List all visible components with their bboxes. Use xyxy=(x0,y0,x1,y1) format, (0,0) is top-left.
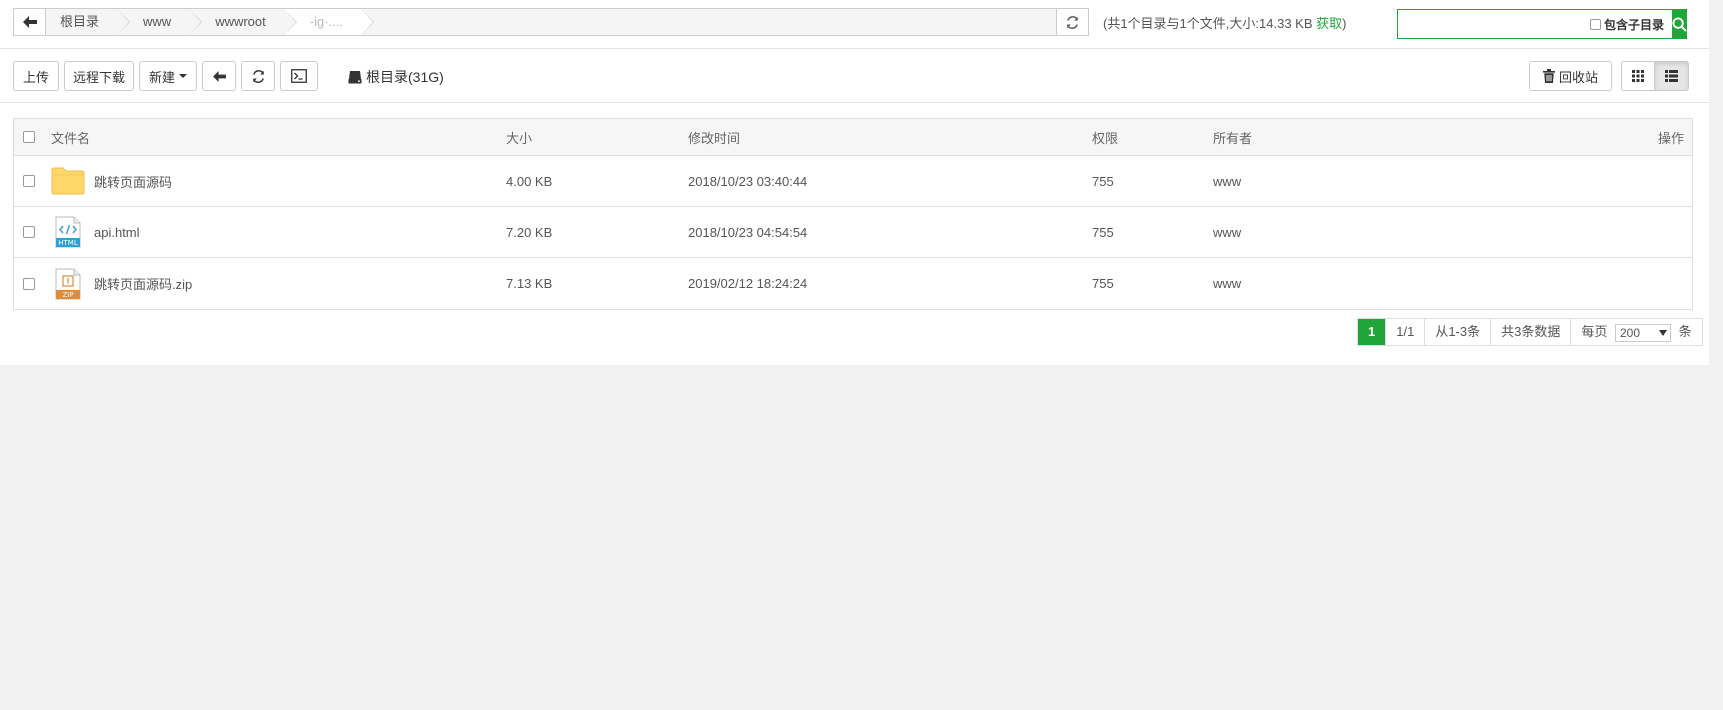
select-all-checkbox[interactable] xyxy=(23,119,35,155)
per-page-unit: 条 xyxy=(1678,324,1692,339)
file-owner[interactable]: www xyxy=(1213,258,1241,309)
header-ops: 操作 xyxy=(1657,130,1684,146)
search-button[interactable] xyxy=(1672,9,1688,39)
header-owner: 所有者 xyxy=(1213,130,1253,146)
summary-text: (共1个目录与1个文件,大小:14.33 KB xyxy=(1103,16,1313,31)
file-name[interactable]: 跳转页面源码.zip xyxy=(94,274,192,293)
path-bar: 根目录 www wwwroot -ig·.... xyxy=(13,8,1089,36)
file-manager-panel: 根目录 www wwwroot -ig·.... (共1个目录与1个文件,大小:… xyxy=(0,0,1709,365)
grid-icon xyxy=(1632,70,1644,82)
page-total: 共3条数据 xyxy=(1490,319,1570,345)
file-name[interactable]: api.html xyxy=(94,225,140,240)
crumb-root[interactable]: 根目录 xyxy=(46,9,131,35)
checkbox-icon xyxy=(23,175,35,187)
file-name[interactable]: 跳转页面源码 xyxy=(94,172,172,191)
row-checkbox[interactable] xyxy=(23,156,35,206)
summary-close: ) xyxy=(1342,16,1347,31)
pagination: 1 1/1 从1-3条 共3条数据 每页 200 条 xyxy=(1357,318,1703,346)
recycle-bin-label: 回收站 xyxy=(1558,69,1598,85)
path-back-button[interactable] xyxy=(14,9,46,35)
page-count: 1/1 xyxy=(1385,319,1424,345)
caret-down-icon xyxy=(1658,329,1667,336)
header-size[interactable]: 大小 xyxy=(506,119,532,155)
divider xyxy=(0,48,1709,49)
file-mtime: 2018/10/23 03:40:44 xyxy=(688,173,808,189)
file-table: 文件名 大小 修改时间 权限 所有者 操作 跳转页面源码 4.00 KB 201… xyxy=(13,118,1693,310)
header-name[interactable]: 文件名 xyxy=(51,119,90,155)
checkbox-icon xyxy=(1590,18,1601,30)
per-page-select[interactable]: 200 xyxy=(1614,323,1671,342)
table-row[interactable]: 跳转页面源码 4.00 KB 2018/10/23 03:40:44 755 w… xyxy=(14,156,1692,207)
per-page-label: 每页 xyxy=(1581,324,1608,339)
header-mtime[interactable]: 修改时间 xyxy=(688,119,740,155)
view-toggle xyxy=(1621,61,1689,91)
file-size: 4.00 KB xyxy=(506,173,553,189)
disk-label: 根目录(31G) xyxy=(366,69,444,85)
new-label: 新建 xyxy=(148,69,175,85)
checkbox-icon xyxy=(23,131,35,143)
back-button[interactable] xyxy=(202,61,236,91)
refresh-icon xyxy=(1067,15,1078,29)
table-row[interactable]: ZIP 跳转页面源码.zip 7.13 KB 2019/02/12 18:24:… xyxy=(14,258,1692,309)
disk-selector[interactable]: 根目录(31G) xyxy=(348,67,444,87)
path-refresh-button[interactable] xyxy=(1056,8,1089,36)
fetch-size-link[interactable]: 获取 xyxy=(1316,16,1342,31)
include-subdir-label: 包含子目录 xyxy=(1604,17,1665,32)
file-mtime: 2019/02/12 18:24:24 xyxy=(688,276,808,291)
file-name-cell[interactable]: ZIP 跳转页面源码.zip xyxy=(51,258,192,309)
header-perm: 权限 xyxy=(1092,130,1119,146)
file-size: 7.20 KB xyxy=(506,224,553,240)
arrow-left-icon xyxy=(212,70,226,82)
file-perm[interactable]: 755 xyxy=(1092,207,1114,257)
svg-text:HTML: HTML xyxy=(58,239,78,247)
recycle-bin-button[interactable]: 回收站 xyxy=(1529,61,1612,91)
terminal-button[interactable] xyxy=(280,61,318,91)
refresh-icon xyxy=(252,69,264,83)
zip-file-icon: ZIP xyxy=(51,267,85,301)
file-perm[interactable]: 755 xyxy=(1092,156,1114,206)
page-current[interactable]: 1 xyxy=(1358,319,1386,345)
page-range: 从1-3条 xyxy=(1424,319,1490,345)
breadcrumb: 根目录 www wwwroot -ig·.... xyxy=(46,9,1088,35)
refresh-button[interactable] xyxy=(241,61,275,91)
table-header: 文件名 大小 修改时间 权限 所有者 操作 xyxy=(14,119,1692,156)
file-name-cell[interactable]: 跳转页面源码 xyxy=(51,156,172,206)
include-subdir-checkbox[interactable]: 包含子目录 xyxy=(1590,10,1672,38)
file-size: 7.13 KB xyxy=(506,276,553,291)
list-icon xyxy=(1665,70,1678,82)
arrow-left-icon xyxy=(22,16,37,28)
row-checkbox[interactable] xyxy=(23,258,35,309)
svg-text:ZIP: ZIP xyxy=(62,291,73,299)
search-input[interactable] xyxy=(1398,10,1590,38)
grid-view-button[interactable] xyxy=(1621,61,1655,91)
trash-icon xyxy=(1542,69,1555,83)
folder-icon xyxy=(51,164,85,198)
file-name-cell[interactable]: HTML api.html xyxy=(51,207,140,257)
search-box: 包含子目录 xyxy=(1397,9,1688,39)
checkbox-icon xyxy=(23,226,35,238)
row-checkbox[interactable] xyxy=(23,207,35,257)
html-file-icon: HTML xyxy=(51,215,85,249)
file-perm[interactable]: 755 xyxy=(1092,258,1114,309)
upload-button[interactable]: 上传 xyxy=(13,61,59,91)
per-page-value: 200 xyxy=(1619,325,1641,340)
divider xyxy=(0,102,1709,103)
per-page-control: 每页 200 条 xyxy=(1570,319,1701,345)
remote-download-button[interactable]: 远程下载 xyxy=(64,61,134,91)
directory-summary: (共1个目录与1个文件,大小:14.33 KB 获取) xyxy=(1103,13,1346,32)
caret-down-icon xyxy=(179,74,187,78)
hard-drive-icon xyxy=(348,71,362,84)
search-icon xyxy=(1672,16,1687,32)
crumb-wwwroot[interactable]: wwwroot xyxy=(189,9,297,35)
list-view-button[interactable] xyxy=(1655,61,1689,91)
file-mtime: 2018/10/23 04:54:54 xyxy=(688,224,808,240)
file-owner[interactable]: www xyxy=(1213,156,1241,206)
table-row[interactable]: HTML api.html 7.20 KB 2018/10/23 04:54:5… xyxy=(14,207,1692,258)
checkbox-icon xyxy=(23,277,35,290)
terminal-icon xyxy=(291,69,307,83)
file-owner[interactable]: www xyxy=(1213,207,1241,257)
new-dropdown-button[interactable]: 新建 xyxy=(139,61,197,91)
